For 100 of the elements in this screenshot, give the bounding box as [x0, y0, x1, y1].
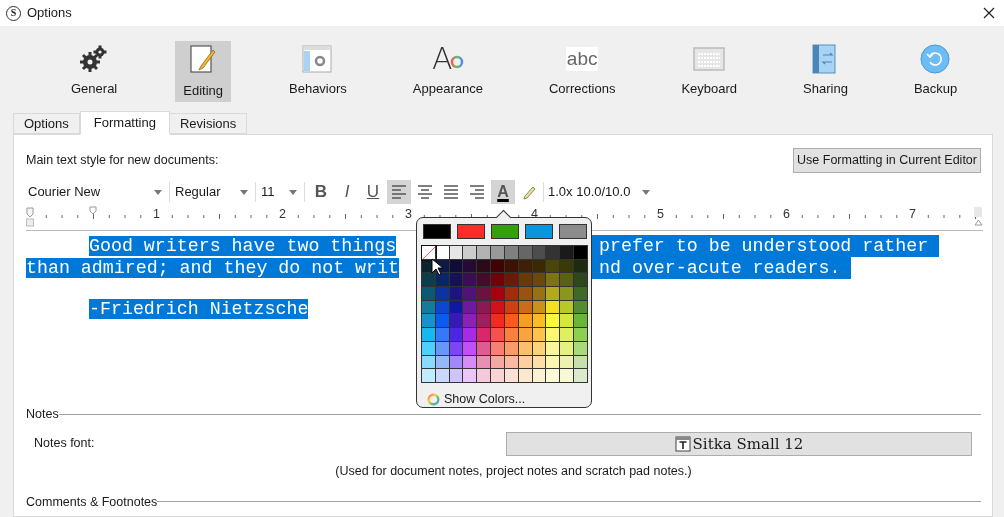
color-swatch[interactable]: [491, 273, 505, 288]
color-swatch[interactable]: [463, 369, 478, 383]
color-swatch[interactable]: [559, 224, 587, 239]
color-swatch[interactable]: [477, 273, 492, 288]
color-swatch[interactable]: [477, 314, 492, 329]
right-margin-icon: [974, 206, 983, 226]
caret-icon: [154, 189, 162, 195]
show-colors-button[interactable]: Show Colors...: [421, 389, 526, 409]
color-swatch[interactable]: [574, 246, 588, 260]
section-heading: Comments & Footnotes: [26, 493, 158, 511]
no-color-swatch[interactable]: [422, 246, 436, 260]
align-icon: [390, 183, 408, 201]
color-swatch[interactable]: [422, 314, 436, 329]
color-swatch[interactable]: [491, 246, 505, 260]
section-heading: Notes: [26, 406, 59, 423]
ruler-number: 4: [531, 208, 538, 221]
size-dropdown[interactable]: 11: [259, 181, 301, 203]
color-swatch[interactable]: [574, 287, 588, 301]
category-tab[interactable]: Behaviors: [281, 41, 355, 102]
color-swatch[interactable]: [491, 314, 505, 329]
label: Main text style for new documents:: [26, 152, 219, 170]
editor-text: -Friedrich Nietzsche: [89, 299, 309, 319]
apply-formatting-button[interactable]: Use Formatting in Current Editor: [793, 148, 981, 173]
first-line-indent-icon: [89, 206, 97, 215]
category-tab[interactable]: abc Corrections: [540, 41, 624, 102]
indent-marker-icon: [26, 207, 34, 227]
window-gear-icon: [301, 44, 334, 74]
color-swatch[interactable]: [525, 224, 553, 239]
underline-button[interactable]: U: [361, 180, 385, 204]
color-swatch[interactable]: [477, 328, 492, 342]
align-icon: [468, 183, 486, 201]
color-swatch[interactable]: [422, 328, 436, 342]
caret-icon: [642, 189, 651, 195]
color-swatch[interactable]: [491, 224, 519, 239]
style-dropdown[interactable]: Regular: [173, 181, 252, 203]
color-swatch[interactable]: [463, 287, 478, 301]
ruler-number: 2: [279, 208, 286, 221]
editor-text: than admired; and they do not writ: [26, 258, 399, 278]
icon-letter: A: [432, 44, 453, 74]
color-swatch[interactable]: [463, 328, 478, 342]
color-swatch[interactable]: [463, 246, 478, 260]
notes-font-button[interactable]: Sitka Small 12: [506, 431, 972, 456]
color-swatch[interactable]: [560, 314, 575, 329]
color-swatch[interactable]: [457, 224, 485, 239]
color-swatch[interactable]: [560, 246, 575, 260]
ruler-number: 5: [657, 208, 664, 221]
color-swatch[interactable]: [560, 369, 575, 383]
label: Notes font:: [34, 435, 95, 453]
color-swatch[interactable]: [546, 314, 561, 329]
editor-text: Good writers have two things: [89, 236, 397, 256]
align-icon: [416, 183, 434, 201]
color-swatch[interactable]: [560, 328, 575, 342]
color-swatch[interactable]: [491, 287, 505, 301]
color-ring-icon: [427, 392, 440, 406]
category-tab[interactable]: Keyboard: [673, 41, 746, 102]
font-dropdown[interactable]: Courier New: [26, 181, 166, 203]
text-color-button[interactable]: A: [491, 180, 515, 204]
category-tab[interactable]: A Appearance: [404, 41, 491, 102]
category-tab[interactable]: Editing: [175, 41, 231, 102]
window-title: Options: [27, 4, 72, 23]
ruler-number: 6: [783, 208, 790, 221]
tab[interactable]: Options: [13, 113, 80, 134]
align-left-button[interactable]: [387, 180, 411, 204]
color-swatch[interactable]: [546, 246, 561, 260]
color-swatch[interactable]: [546, 287, 561, 301]
highlighter-icon: [521, 184, 537, 200]
category-tab[interactable]: Sharing: [795, 41, 856, 102]
color-swatch[interactable]: [560, 273, 575, 288]
caption: (Used for document notes, project notes and scratch pad notes.): [335, 462, 692, 480]
category-tab[interactable]: Backup: [905, 41, 966, 102]
color-swatch[interactable]: [477, 287, 492, 301]
color-swatch[interactable]: [546, 369, 561, 383]
color-swatch[interactable]: [574, 369, 588, 383]
color-swatch[interactable]: [423, 224, 451, 239]
tab[interactable]: Formatting: [79, 111, 170, 135]
color-swatch[interactable]: [422, 369, 436, 383]
color-swatch[interactable]: [574, 328, 588, 342]
ruler-number: 1: [153, 208, 160, 221]
italic-button[interactable]: I: [335, 180, 359, 204]
tab[interactable]: Revisions: [168, 113, 248, 134]
color-swatch[interactable]: [463, 273, 478, 288]
mouse-cursor-icon: [431, 258, 443, 276]
color-swatch[interactable]: [477, 369, 492, 383]
category-tab[interactable]: General: [63, 41, 126, 102]
color-swatch[interactable]: [422, 287, 436, 301]
ruler-number: 3: [405, 208, 412, 221]
color-swatch[interactable]: [574, 314, 588, 329]
bold-button[interactable]: B: [309, 180, 333, 204]
color-swatch[interactable]: [546, 273, 561, 288]
color-swatch[interactable]: [574, 273, 588, 288]
color-swatch[interactable]: [422, 273, 436, 288]
icon-text: abc: [565, 47, 599, 71]
color-swatch[interactable]: [477, 246, 492, 260]
color-swatch[interactable]: [546, 328, 561, 342]
font-icon: [674, 435, 691, 452]
color-swatch[interactable]: [491, 328, 505, 342]
color-swatch[interactable]: [463, 314, 478, 329]
color-swatch[interactable]: [491, 369, 505, 383]
color-swatch[interactable]: [560, 287, 575, 301]
spacing-dropdown[interactable]: 1.0x 10.0/10.0: [548, 181, 651, 203]
